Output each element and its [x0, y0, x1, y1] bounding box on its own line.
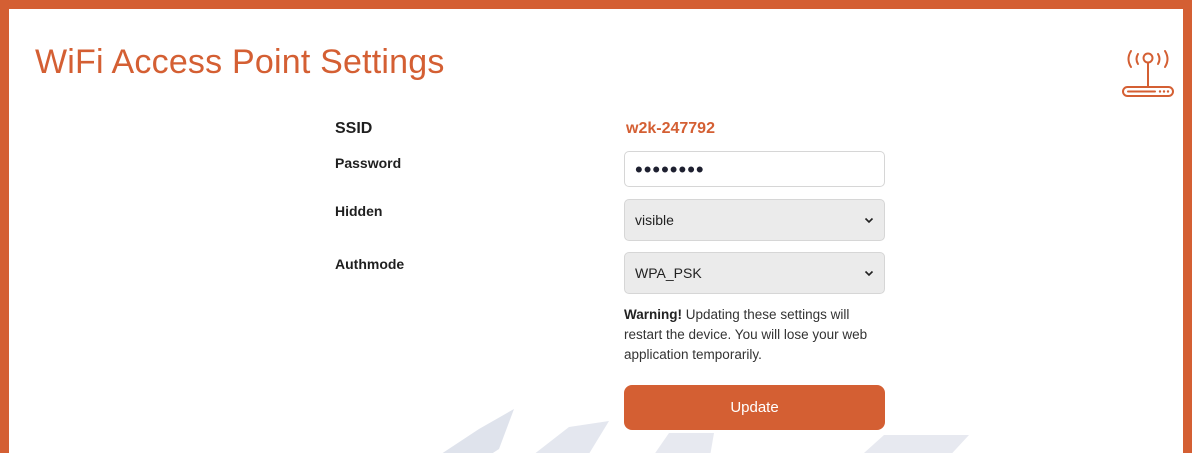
wifi-router-icon: [1122, 50, 1174, 97]
password-field[interactable]: ••••••••: [624, 151, 885, 187]
password-value: ••••••••: [635, 157, 705, 182]
warning-message: Warning! Updating these settings will re…: [624, 305, 889, 365]
hidden-label: Hidden: [335, 203, 383, 219]
authmode-select-value: WPA_PSK: [635, 265, 702, 281]
ssid-label: SSID: [335, 120, 373, 137]
hidden-select-value: visible: [635, 212, 674, 228]
authmode-select[interactable]: WPA_PSK: [624, 252, 885, 294]
warning-strong: Warning!: [624, 307, 682, 322]
page-title: WiFi Access Point Settings: [35, 43, 445, 81]
chevron-down-icon: [864, 270, 874, 277]
authmode-label: Authmode: [335, 256, 405, 272]
settings-panel: WiFi Access Point Settings SSID w2k-2477…: [0, 0, 1192, 453]
chevron-down-icon: [864, 217, 874, 224]
update-button[interactable]: Update: [624, 385, 885, 430]
password-label: Password: [335, 155, 402, 171]
hidden-select[interactable]: visible: [624, 199, 885, 241]
ssid-value: w2k-247792: [626, 120, 715, 137]
